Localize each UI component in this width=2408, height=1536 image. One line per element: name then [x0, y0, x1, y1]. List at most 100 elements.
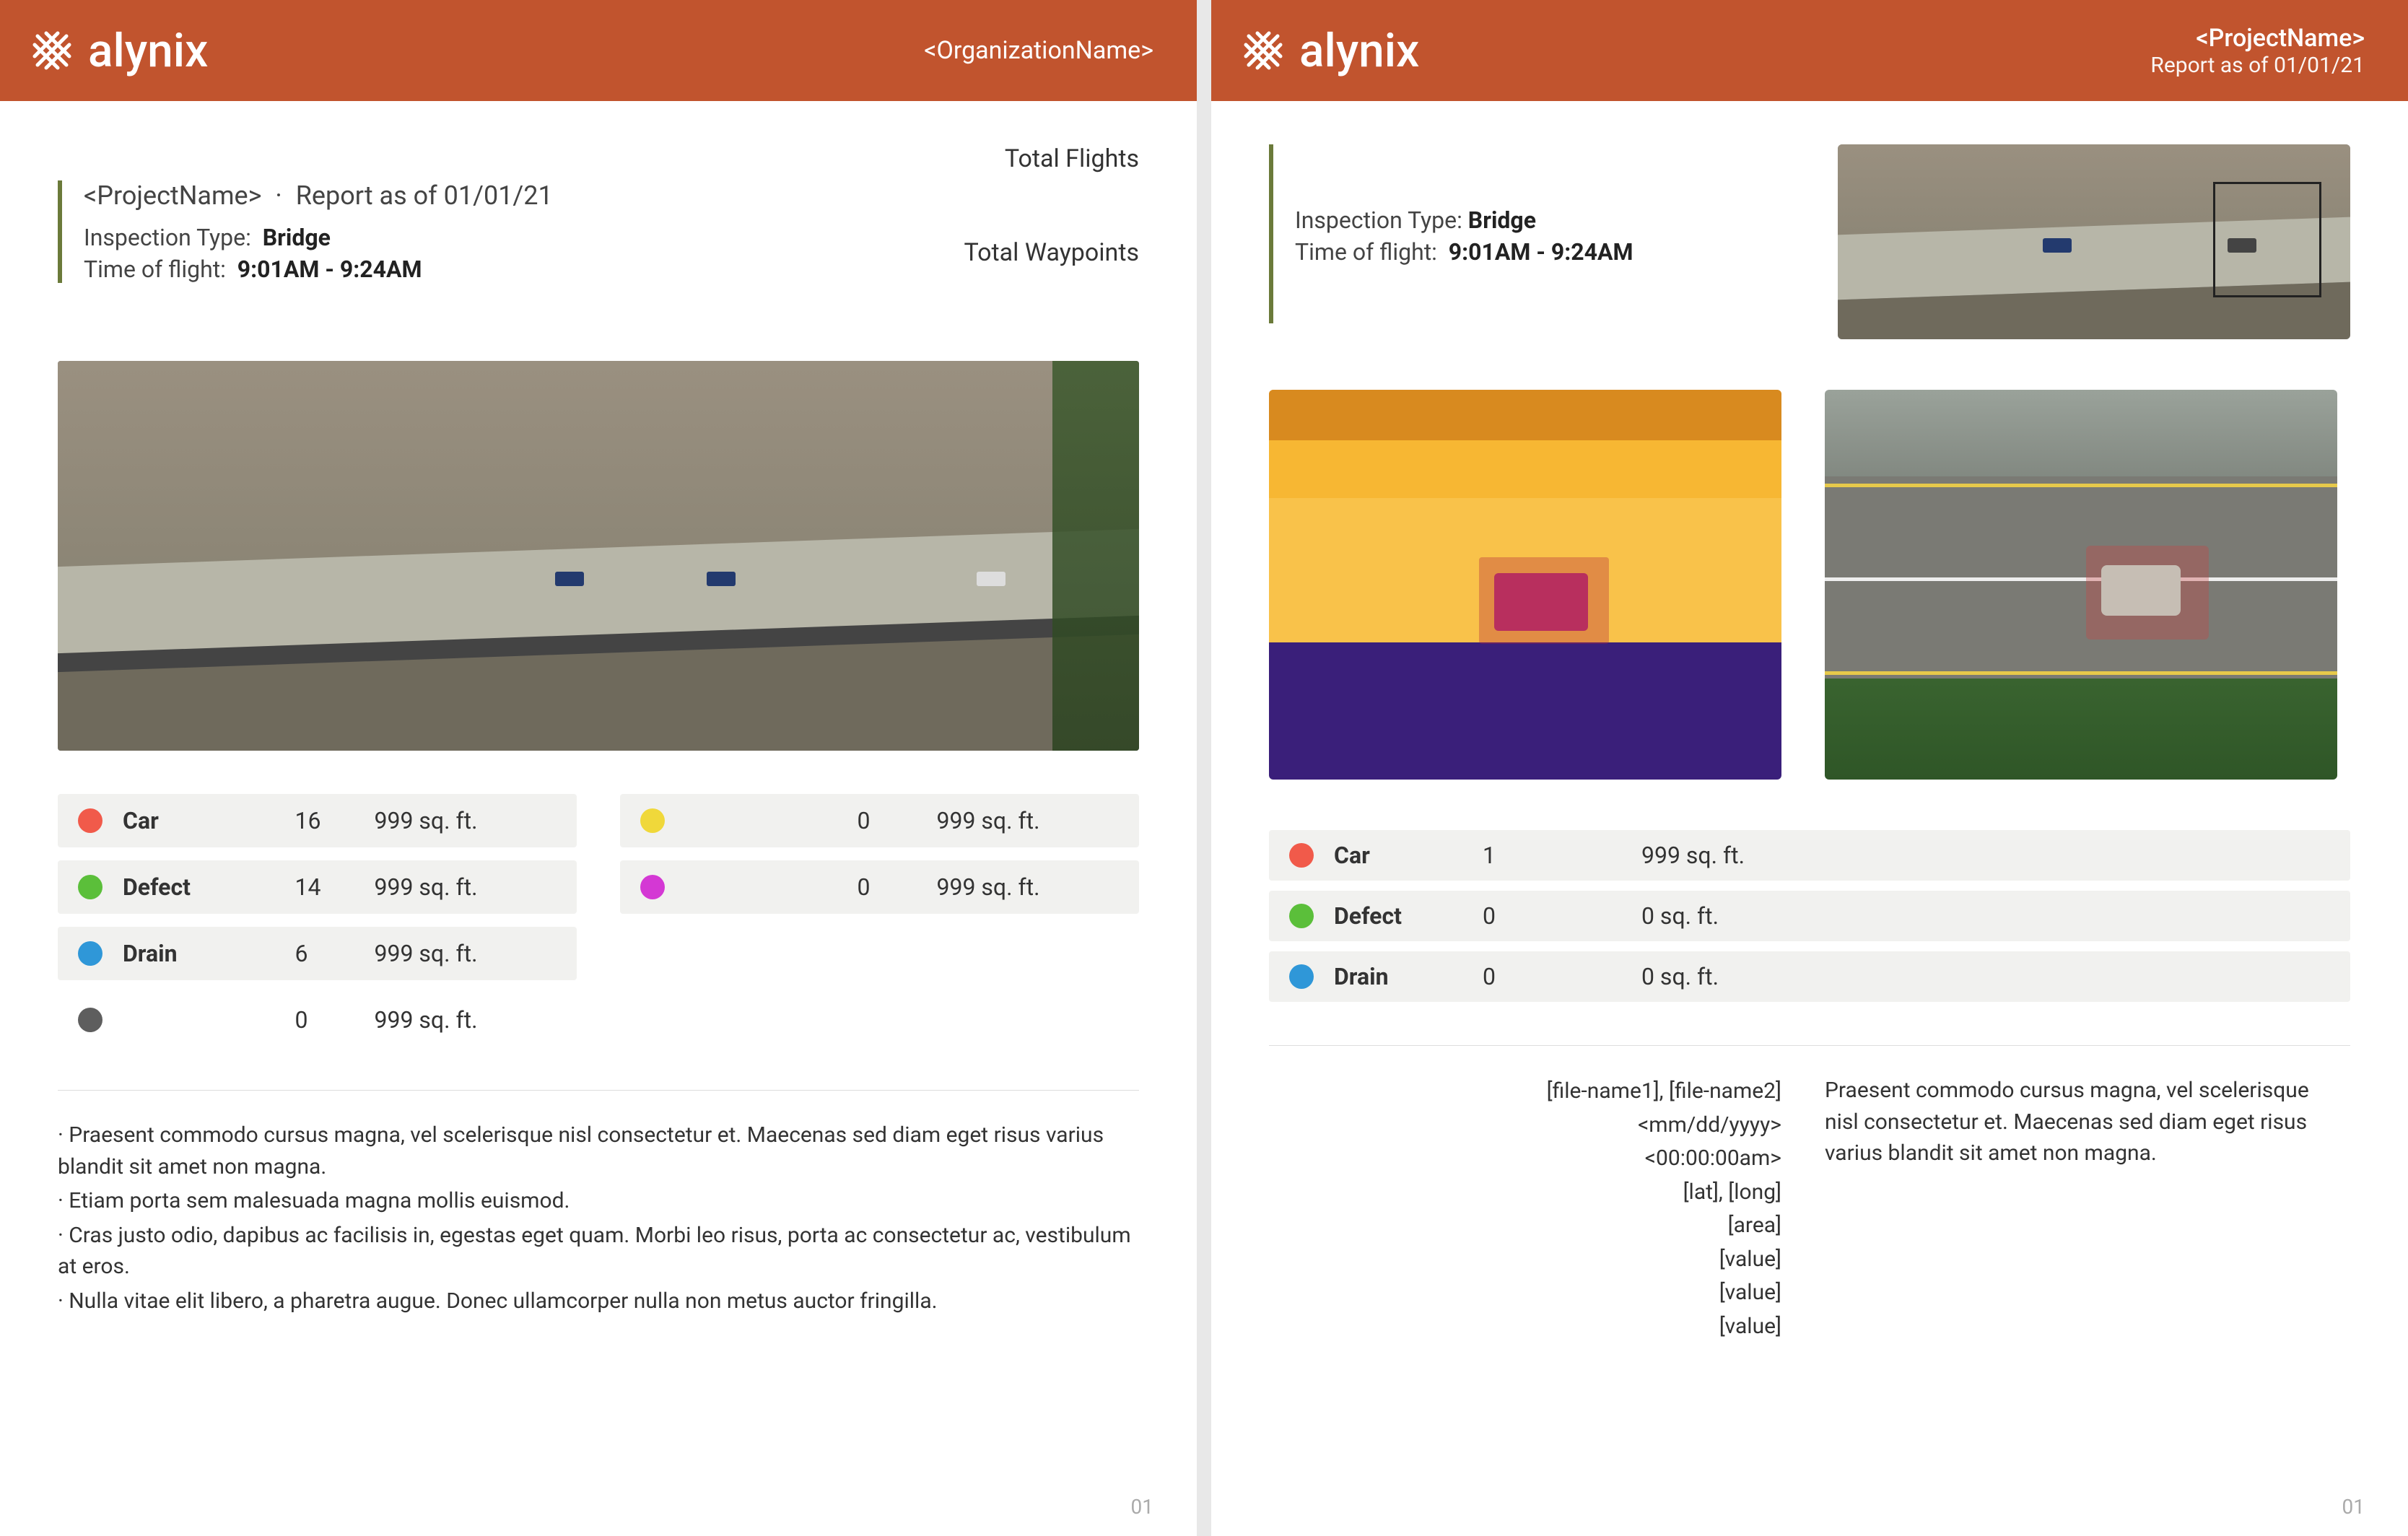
metadata-line: [file-name1], [file-name2] [1269, 1075, 1781, 1109]
label-swatch-icon [1289, 964, 1314, 989]
report-page-2: alynix <ProjectName> Report as of 01/01/… [1211, 0, 2408, 1536]
label-count: 0 [858, 873, 937, 901]
divider [1269, 1045, 2350, 1046]
inspection-type-label: Inspection Type: [1295, 206, 1462, 234]
brand-name: alynix [1299, 24, 1419, 78]
page-header: alynix <ProjectName> Report as of 01/01/… [1211, 0, 2408, 101]
image-pair [1269, 390, 2350, 780]
notes-list: · Praesent commodo cursus magna, vel sce… [58, 1120, 1139, 1317]
metadata-line: [lat], [long] [1269, 1176, 1781, 1210]
label-count: 1 [1483, 842, 1641, 869]
detection-box-icon [2213, 182, 2321, 297]
label-count: 0 [1483, 963, 1641, 990]
label-swatch-icon [78, 941, 102, 966]
label-area: 999 sq. ft. [937, 807, 1120, 834]
time-of-flight-value: 9:01AM - 9:24AM [237, 256, 422, 283]
capture-description: Praesent commodo cursus magna, vel scele… [1825, 1075, 2337, 1343]
overview-thumbnail [1838, 144, 2350, 339]
total-waypoints-label: Total Waypoints [964, 238, 1140, 267]
note-item: · Cras justo odio, dapibus ac facilisis … [58, 1220, 1139, 1283]
totals-block: Total Flights Total Waypoints [964, 144, 1140, 332]
label-area: 0 sq. ft. [1641, 902, 2330, 930]
inspection-type-value: Bridge [1468, 206, 1536, 234]
label-row: 0999 sq. ft. [620, 860, 1139, 914]
brand-mark-icon [29, 27, 75, 74]
inspection-type-value: Bridge [263, 224, 331, 251]
label-count: 14 [295, 873, 375, 901]
brand-name: alynix [88, 24, 208, 78]
project-info-block: Inspection Type: Bridge Time of flight: … [1269, 144, 1633, 323]
label-name: Defect [1324, 902, 1483, 930]
note-item: · Nulla vitae elit libero, a pharetra au… [58, 1286, 1139, 1317]
label-summary-list: Car1999 sq. ft.Defect00 sq. ft.Drain00 s… [1269, 830, 2350, 1002]
inspection-type-label: Inspection Type: [84, 224, 251, 251]
time-of-flight-label: Time of flight: [1295, 238, 1437, 266]
metadata-line: <00:00:00am> [1269, 1142, 1781, 1176]
project-info-block: <ProjectName> · Report as of 01/01/21 In… [58, 180, 553, 283]
thermal-image [1269, 390, 1781, 780]
metadata-line: [area] [1269, 1209, 1781, 1243]
label-row: Defect00 sq. ft. [1269, 891, 2350, 941]
header-project-name: <ProjectName> [2150, 24, 2365, 53]
header-org-name: <OrganizationName> [924, 36, 1153, 65]
time-of-flight-value: 9:01AM - 9:24AM [1449, 238, 1633, 266]
report-date: 01/01/21 [444, 180, 553, 211]
brand-logo: alynix [1240, 24, 1419, 78]
rgb-image [1825, 390, 2337, 780]
brand-mark-icon [1240, 27, 1286, 74]
metadata-line: [value] [1269, 1310, 1781, 1344]
divider [58, 1090, 1139, 1091]
label-row: 0999 sq. ft. [58, 993, 577, 1047]
label-swatch-icon [640, 808, 665, 833]
label-name: Drain [113, 940, 295, 967]
label-area: 999 sq. ft. [375, 873, 557, 901]
label-row: Drain6999 sq. ft. [58, 927, 577, 980]
header-project-info: <ProjectName> Report as of 01/01/21 [2150, 24, 2365, 78]
label-count: 6 [295, 940, 375, 967]
label-count: 0 [295, 1006, 375, 1034]
label-name: Car [113, 807, 295, 834]
label-summary-grid: Car16999 sq. ft.0999 sq. ft.Defect14999 … [58, 794, 1139, 1047]
metadata-line: <mm/dd/yyyy> [1269, 1109, 1781, 1143]
label-row: Defect14999 sq. ft. [58, 860, 577, 914]
label-row: Car16999 sq. ft. [58, 794, 577, 847]
header-report-date: 01/01/21 [2274, 53, 2365, 78]
label-swatch-icon [78, 875, 102, 899]
hero-image-bridge [58, 361, 1139, 751]
label-count: 16 [295, 807, 375, 834]
label-count: 0 [858, 807, 937, 834]
label-area: 999 sq. ft. [1641, 842, 2330, 869]
label-name: Car [1324, 842, 1483, 869]
label-name: Drain [1324, 963, 1483, 990]
project-name: <ProjectName> [84, 180, 261, 211]
page-content: Inspection Type: Bridge Time of flight: … [1211, 101, 2408, 1536]
label-area: 999 sq. ft. [375, 1006, 557, 1034]
label-swatch-icon [1289, 904, 1314, 928]
page-content: <ProjectName> · Report as of 01/01/21 In… [0, 101, 1197, 1536]
metadata-line: [value] [1269, 1276, 1781, 1310]
label-row: Car1999 sq. ft. [1269, 830, 2350, 881]
capture-metadata: [file-name1], [file-name2]<mm/dd/yyyy><0… [1269, 1075, 1781, 1343]
brand-logo: alynix [29, 24, 208, 78]
label-name: Defect [113, 873, 295, 901]
time-of-flight-label: Time of flight: [84, 256, 226, 283]
label-count: 0 [1483, 902, 1641, 930]
page-header: alynix <OrganizationName> [0, 0, 1197, 101]
label-row: 0999 sq. ft. [620, 794, 1139, 847]
label-area: 999 sq. ft. [937, 873, 1120, 901]
label-swatch-icon [78, 1008, 102, 1032]
label-swatch-icon [78, 808, 102, 833]
page-number: 01 [1131, 1495, 1153, 1519]
label-area: 0 sq. ft. [1641, 963, 2330, 990]
header-report-label: Report as of [2150, 53, 2268, 78]
note-item: · Etiam porta sem malesuada magna mollis… [58, 1185, 1139, 1217]
label-swatch-icon [640, 875, 665, 899]
report-as-of-label: Report as of [296, 180, 437, 211]
report-page-1: alynix <OrganizationName> <ProjectName> … [0, 0, 1197, 1536]
label-area: 999 sq. ft. [375, 807, 557, 834]
label-row: Drain00 sq. ft. [1269, 951, 2350, 1002]
page-number: 01 [2342, 1495, 2365, 1519]
metadata-line: [value] [1269, 1243, 1781, 1277]
label-swatch-icon [1289, 843, 1314, 868]
total-flights-label: Total Flights [964, 144, 1140, 173]
